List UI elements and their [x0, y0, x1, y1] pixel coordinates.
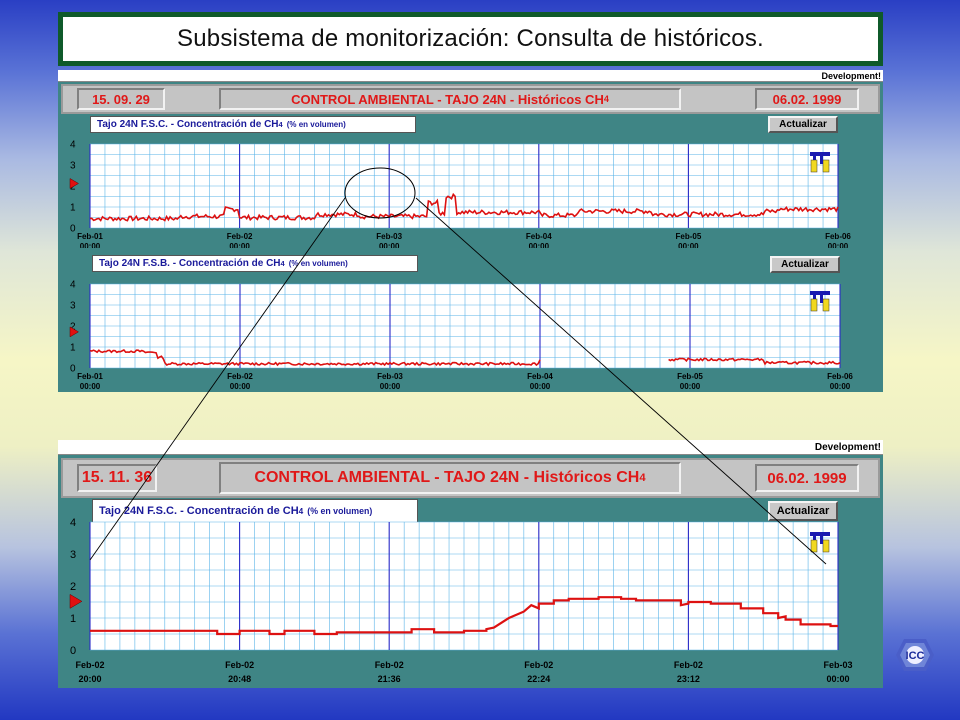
- zoom-line-right: [415, 197, 827, 565]
- zoom-circle: [344, 167, 416, 219]
- company-logo: ICC: [896, 639, 934, 671]
- zoom-line-left: [89, 197, 346, 561]
- zoom-overlay: [89, 167, 827, 565]
- svg-text:ICC: ICC: [906, 650, 925, 662]
